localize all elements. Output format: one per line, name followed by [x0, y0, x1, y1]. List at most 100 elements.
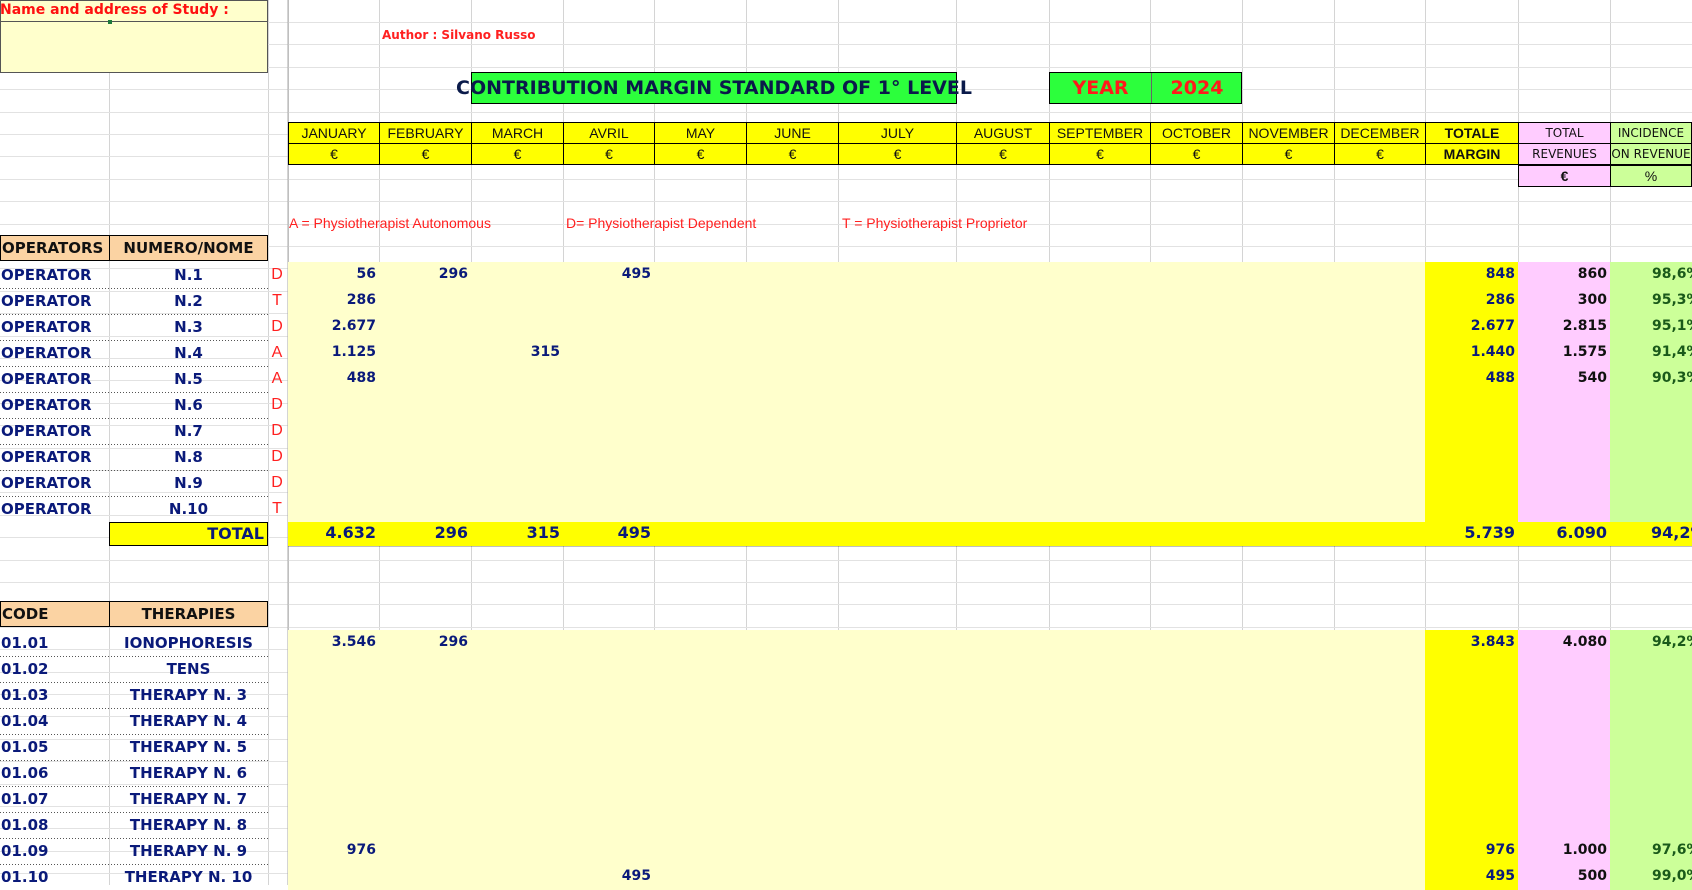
- operator-row-month-value[interactable]: [654, 445, 746, 469]
- therapy-row-revenue[interactable]: 1.000: [1518, 839, 1610, 863]
- therapy-row-month-value[interactable]: [1049, 735, 1150, 759]
- operator-row-month-value[interactable]: [471, 393, 563, 417]
- operator-row-month-value[interactable]: 56: [288, 263, 379, 287]
- operator-row-month-value[interactable]: [563, 497, 654, 521]
- operator-row-month-value[interactable]: [654, 393, 746, 417]
- therapy-row-month-value[interactable]: [956, 657, 1049, 681]
- operator-row-month-value[interactable]: [1150, 341, 1242, 365]
- operator-row-incidence[interactable]: 98,6%: [1610, 263, 1692, 287]
- operator-row-month-value[interactable]: [654, 289, 746, 313]
- operator-row-month-value[interactable]: [1242, 289, 1334, 313]
- therapy-row-month-value[interactable]: [471, 865, 563, 889]
- operator-row-month-value[interactable]: [379, 445, 471, 469]
- operator-row-revenue[interactable]: 1.575: [1518, 341, 1610, 365]
- therapy-row-month-value[interactable]: [1242, 683, 1334, 707]
- operator-type[interactable]: D: [268, 393, 286, 417]
- therapy-row-month-value[interactable]: [654, 787, 746, 811]
- operator-row-month-value[interactable]: [654, 367, 746, 391]
- therapy-row-month-value[interactable]: [838, 787, 956, 811]
- operator-row-month-value[interactable]: [288, 419, 379, 443]
- therapy-row-month-value[interactable]: [956, 865, 1049, 889]
- operator-row-month-value[interactable]: [471, 367, 563, 391]
- operator-row-month-value[interactable]: [563, 419, 654, 443]
- operator-row-month-value[interactable]: [956, 341, 1049, 365]
- therapy-row-month-value[interactable]: [1150, 813, 1242, 837]
- operator-row-incidence[interactable]: 91,4%: [1610, 341, 1692, 365]
- therapy-row-month-value[interactable]: [746, 787, 838, 811]
- therapy-row-month-value[interactable]: [654, 657, 746, 681]
- operator-row-month-value[interactable]: [471, 263, 563, 287]
- therapy-row-month-value[interactable]: [563, 735, 654, 759]
- operator-row-month-value[interactable]: [1049, 289, 1150, 313]
- operator-row-month-value[interactable]: [838, 471, 956, 495]
- operator-row-month-value[interactable]: [1334, 341, 1425, 365]
- operator-type[interactable]: D: [268, 419, 286, 443]
- therapy-row-margin[interactable]: [1425, 813, 1518, 837]
- therapy-row-month-value[interactable]: [654, 709, 746, 733]
- therapy-row-month-value[interactable]: [1334, 709, 1425, 733]
- therapy-row-month-value[interactable]: [379, 709, 471, 733]
- therapy-row-month-value[interactable]: [563, 683, 654, 707]
- operator-row-margin[interactable]: 848: [1425, 263, 1518, 287]
- therapy-row-month-value[interactable]: [471, 839, 563, 863]
- operator-row-month-value[interactable]: [746, 497, 838, 521]
- therapy-row-month-value[interactable]: [956, 709, 1049, 733]
- operator-row-month-value[interactable]: [1242, 263, 1334, 287]
- operator-row-month-value[interactable]: [563, 445, 654, 469]
- operator-row-month-value[interactable]: [746, 289, 838, 313]
- therapy-row-month-value[interactable]: [379, 683, 471, 707]
- therapy-row-month-value[interactable]: [1049, 787, 1150, 811]
- therapy-row-month-value[interactable]: [746, 839, 838, 863]
- therapy-row-margin[interactable]: [1425, 761, 1518, 785]
- operator-row-month-value[interactable]: [838, 367, 956, 391]
- therapy-row-month-value[interactable]: [1242, 657, 1334, 681]
- operator-row-month-value[interactable]: [471, 289, 563, 313]
- therapy-row-margin[interactable]: 3.843: [1425, 631, 1518, 655]
- operator-row-month-value[interactable]: [379, 393, 471, 417]
- operator-row-month-value[interactable]: [1242, 445, 1334, 469]
- operator-type[interactable]: D: [268, 471, 286, 495]
- therapy-row-month-value[interactable]: [379, 657, 471, 681]
- therapy-row-month-value[interactable]: [654, 839, 746, 863]
- therapy-row-month-value[interactable]: 976: [288, 839, 379, 863]
- therapy-row-month-value[interactable]: [654, 761, 746, 785]
- therapy-row-month-value[interactable]: [746, 865, 838, 889]
- therapy-row-month-value[interactable]: [956, 761, 1049, 785]
- operator-row-month-value[interactable]: [838, 341, 956, 365]
- therapy-row-month-value[interactable]: [379, 813, 471, 837]
- operator-row-month-value[interactable]: [1150, 289, 1242, 313]
- therapy-row-month-value[interactable]: [1334, 839, 1425, 863]
- therapy-row-month-value[interactable]: [1150, 839, 1242, 863]
- operator-row-month-value[interactable]: [1242, 419, 1334, 443]
- therapy-row-month-value[interactable]: [471, 787, 563, 811]
- operator-row-margin[interactable]: 1.440: [1425, 341, 1518, 365]
- operator-row-month-value[interactable]: [1242, 471, 1334, 495]
- therapy-row-month-value[interactable]: [563, 813, 654, 837]
- therapy-row-month-value[interactable]: [379, 787, 471, 811]
- therapy-row-month-value[interactable]: [1334, 683, 1425, 707]
- operator-row-month-value[interactable]: [1049, 263, 1150, 287]
- therapy-row-month-value[interactable]: [838, 839, 956, 863]
- therapy-row-month-value[interactable]: [1334, 813, 1425, 837]
- operator-type[interactable]: T: [268, 289, 286, 313]
- therapy-row-month-value[interactable]: [471, 761, 563, 785]
- therapy-row-month-value[interactable]: [654, 631, 746, 655]
- therapy-row-month-value[interactable]: [1049, 839, 1150, 863]
- operator-row-month-value[interactable]: 495: [563, 263, 654, 287]
- operator-row-month-value[interactable]: [1150, 367, 1242, 391]
- therapy-row-month-value[interactable]: 296: [379, 631, 471, 655]
- operator-row-month-value[interactable]: [379, 419, 471, 443]
- therapy-row-month-value[interactable]: [654, 813, 746, 837]
- therapy-row-month-value[interactable]: [956, 735, 1049, 759]
- operator-row-month-value[interactable]: [1049, 445, 1150, 469]
- operator-row-incidence[interactable]: [1610, 393, 1692, 417]
- operator-row-month-value[interactable]: [1334, 393, 1425, 417]
- operator-row-margin[interactable]: [1425, 393, 1518, 417]
- operator-row-revenue[interactable]: 2.815: [1518, 315, 1610, 339]
- operator-row-month-value[interactable]: [288, 471, 379, 495]
- operator-row-month-value[interactable]: [1242, 341, 1334, 365]
- therapy-row-month-value[interactable]: [1049, 761, 1150, 785]
- operator-row-month-value[interactable]: [563, 341, 654, 365]
- therapy-row-month-value[interactable]: [1242, 709, 1334, 733]
- operator-row-month-value[interactable]: [746, 367, 838, 391]
